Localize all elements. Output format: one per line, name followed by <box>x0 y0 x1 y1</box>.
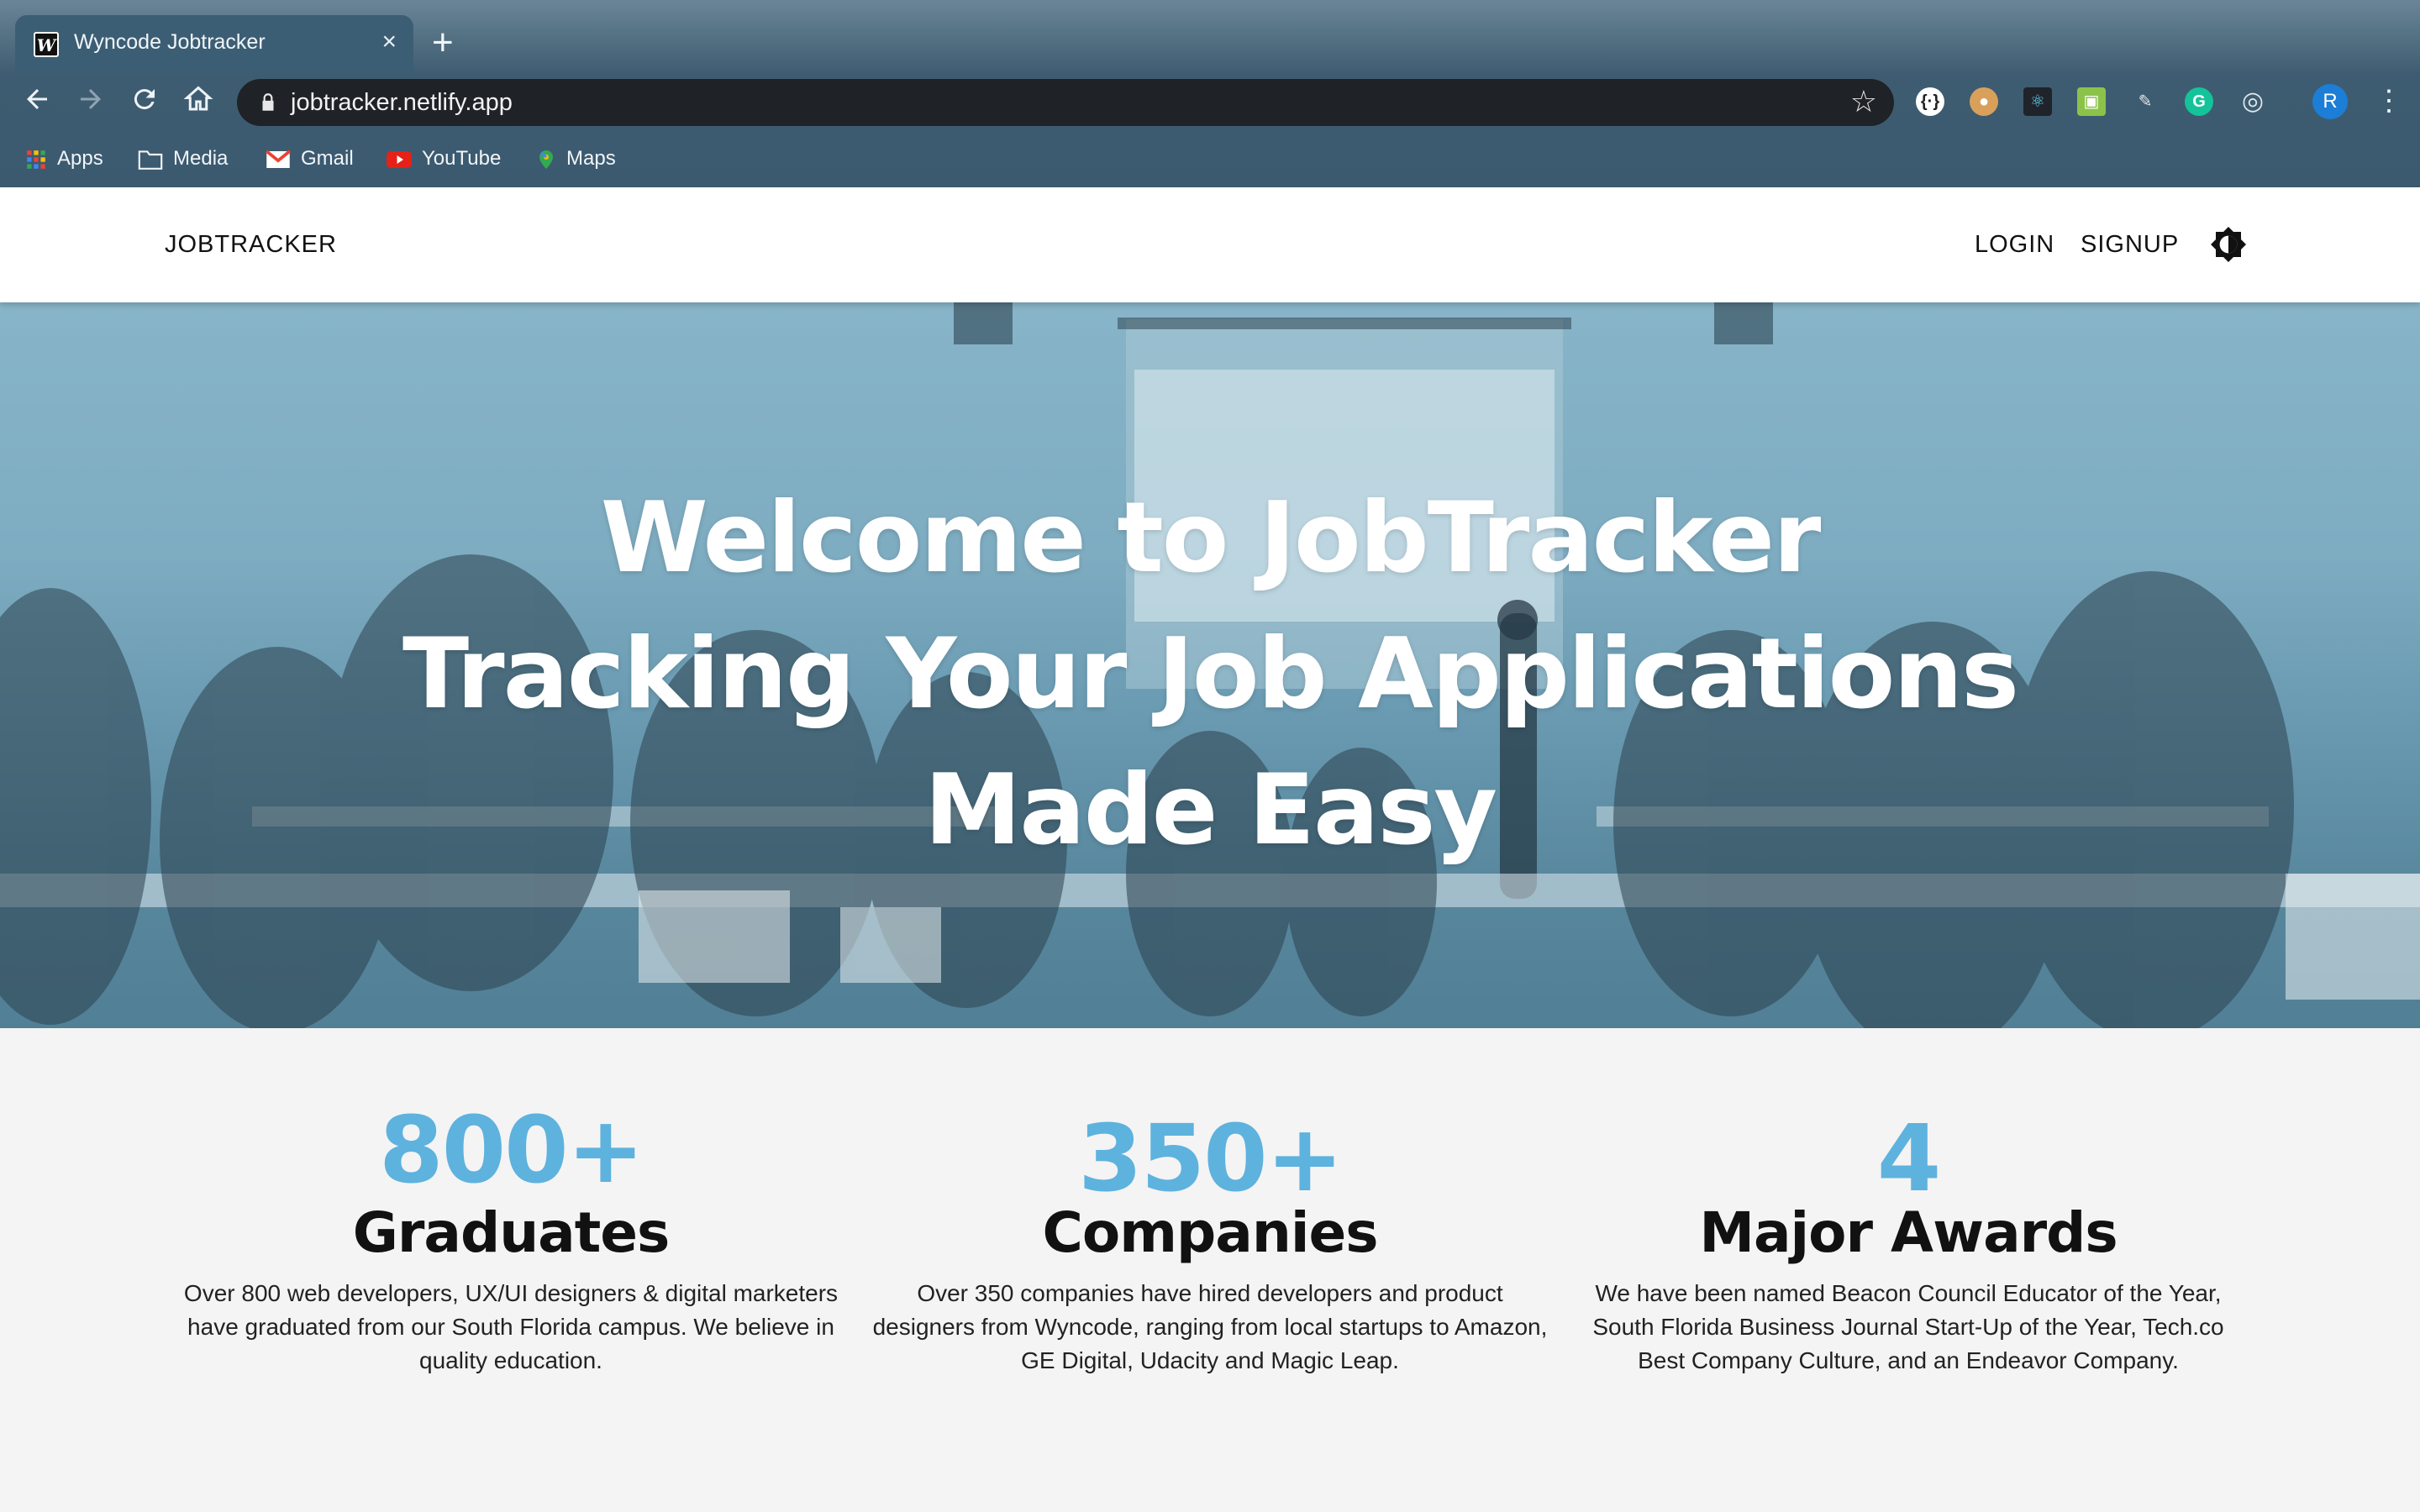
bookmark-label: Media <box>173 147 229 170</box>
wyncode-favicon-icon: W <box>34 32 59 57</box>
stat-awards: 4 Major Awards We have been named Beacon… <box>1560 1028 2257 1378</box>
gmail-icon <box>266 150 291 168</box>
brand-logo[interactable]: JOBTRACKER <box>165 231 337 259</box>
stat-description: Over 350 companies have hired developers… <box>872 1280 1548 1373</box>
stat-companies: 350+ Companies Over 350 companies have h… <box>861 1028 1559 1378</box>
arrow-left-icon <box>27 89 47 109</box>
cookie-icon[interactable]: ● <box>1970 87 1998 116</box>
json-viewer-icon[interactable]: {·} <box>1916 87 1944 116</box>
hero-line-3: Made Easy <box>924 753 1497 867</box>
hero-banner: Welcome to JobTracker Tracking Your Job … <box>0 302 2420 1028</box>
stat-title: Major Awards <box>1699 1200 2118 1265</box>
stat-graduates: 800+ Graduates Over 800 web developers, … <box>162 1028 860 1378</box>
target-icon[interactable]: ◎ <box>2238 87 2267 116</box>
profile-avatar[interactable]: R <box>2312 84 2348 119</box>
maps-pin-icon <box>539 150 553 169</box>
bookmark-youtube[interactable]: YouTube <box>387 146 501 171</box>
close-tab-icon[interactable]: × <box>381 27 397 57</box>
stat-number: 800+ <box>379 1096 644 1204</box>
extension-shield-icon[interactable]: ▣ <box>2077 87 2106 116</box>
arrow-right-icon <box>81 89 101 109</box>
brightness-toggle-icon[interactable] <box>2208 224 2249 265</box>
bookmark-label: Maps <box>566 147 616 170</box>
stat-description: We have been named Beacon Council Educat… <box>1592 1280 2224 1373</box>
hero-line-1: Welcome to JobTracker <box>600 481 1822 595</box>
forward-button[interactable] <box>72 84 109 121</box>
stat-title: Companies <box>1042 1200 1379 1265</box>
hero-line-2: Tracking Your Job Applications <box>402 617 2019 731</box>
hero-headline: Welcome to JobTracker Tracking Your Job … <box>0 470 2420 879</box>
apps-grid-icon <box>27 150 45 169</box>
bookmark-label: Gmail <box>301 147 354 170</box>
new-tab-button[interactable]: + <box>432 22 454 64</box>
signup-link[interactable]: SIGNUP <box>2081 231 2179 259</box>
eyedropper-icon[interactable]: ✎ <box>2131 87 2160 116</box>
back-button[interactable] <box>18 84 55 121</box>
address-bar[interactable]: jobtracker.netlify.app ☆ <box>237 79 1894 126</box>
bookmark-media[interactable]: Media <box>138 146 228 171</box>
url-text: jobtracker.netlify.app <box>291 89 513 116</box>
reload-icon <box>134 89 155 110</box>
bookmark-star-icon[interactable]: ☆ <box>1850 84 1877 119</box>
folder-icon <box>138 150 163 170</box>
browser-chrome: W Wyncode Jobtracker × + jobtracker.netl… <box>0 0 2420 187</box>
bookmark-label: YouTube <box>422 147 502 170</box>
stat-number: 350+ <box>1078 1105 1344 1212</box>
browser-menu-icon[interactable]: ⋮ <box>2375 82 2403 119</box>
home-button[interactable] <box>180 84 217 121</box>
stat-title: Graduates <box>352 1200 671 1265</box>
bookmark-apps[interactable]: Apps <box>25 146 103 171</box>
home-icon <box>183 86 213 111</box>
react-devtools-icon[interactable]: ⚛ <box>2023 87 2052 116</box>
bookmark-maps[interactable]: Maps <box>536 146 616 171</box>
lock-icon <box>262 93 274 111</box>
stat-number: 4 <box>1876 1105 1942 1212</box>
login-link[interactable]: LOGIN <box>1975 231 2054 259</box>
stats-section: 800+ Graduates Over 800 web developers, … <box>0 1028 2420 1512</box>
reload-button[interactable] <box>126 84 163 121</box>
youtube-icon <box>387 150 412 168</box>
bookmark-gmail[interactable]: Gmail <box>266 146 354 171</box>
browser-tab[interactable]: W Wyncode Jobtracker × <box>15 15 413 72</box>
bookmark-label: Apps <box>57 147 103 170</box>
stat-description: Over 800 web developers, UX/UI designers… <box>183 1280 839 1373</box>
site-header: JOBTRACKER LOGIN SIGNUP <box>0 187 2420 302</box>
tab-title: Wyncode Jobtracker <box>74 30 266 54</box>
grammarly-icon[interactable]: G <box>2185 87 2213 116</box>
